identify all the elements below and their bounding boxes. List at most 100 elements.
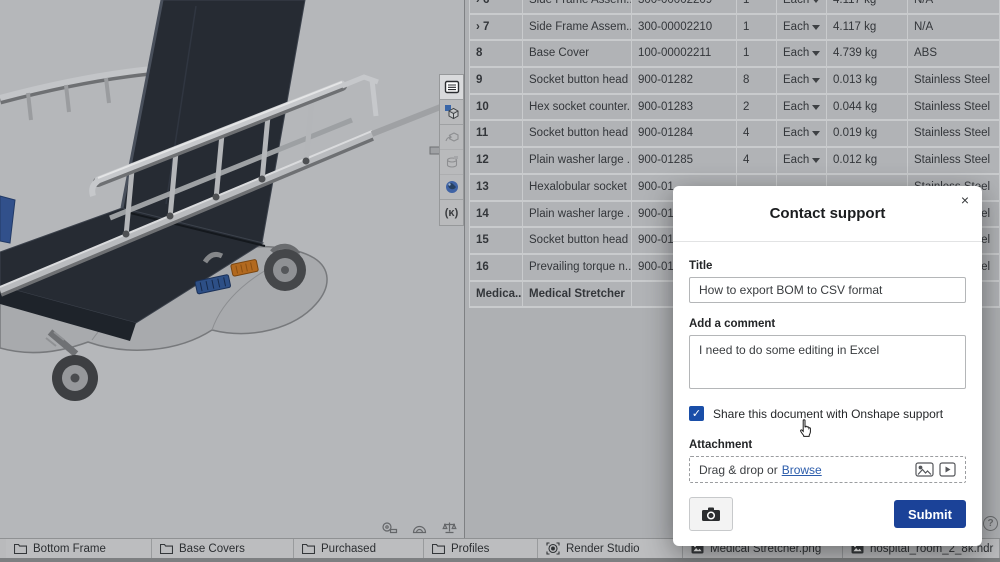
name-cell[interactable]: Side Frame Assem... bbox=[523, 0, 632, 15]
quantity-cell[interactable]: 1 bbox=[737, 41, 777, 68]
part-number-cell[interactable]: 900-01285 bbox=[632, 148, 737, 175]
globe-icon[interactable] bbox=[440, 175, 463, 200]
title-input[interactable] bbox=[689, 277, 966, 303]
part-number-cell[interactable]: 300-00002209 bbox=[632, 0, 737, 15]
tab-label: Purchased bbox=[321, 543, 376, 555]
item-cell[interactable]: 15 bbox=[469, 228, 523, 255]
bom-table-icon[interactable] bbox=[440, 75, 463, 100]
material-cell[interactable]: Stainless Steel bbox=[908, 148, 1000, 175]
tab-base-covers[interactable]: Base Covers bbox=[152, 539, 294, 558]
unit-cell[interactable]: Each bbox=[777, 0, 827, 15]
part-number-cell[interactable]: 300-00002210 bbox=[632, 15, 737, 42]
item-cell[interactable]: › 6 bbox=[469, 0, 523, 15]
material-cell[interactable]: Stainless Steel bbox=[908, 121, 1000, 148]
folder-icon bbox=[432, 543, 445, 554]
share-checkbox[interactable]: ✓ bbox=[689, 406, 704, 421]
mass-cell[interactable]: 4.117 kg bbox=[827, 0, 908, 15]
quantity-cell[interactable]: 1 bbox=[737, 15, 777, 42]
configuration-icon[interactable]: (κ) bbox=[440, 200, 463, 225]
mass-cell[interactable]: 0.044 kg bbox=[827, 95, 908, 122]
table-row[interactable]: 11Socket button head ...900-012844Each0.… bbox=[469, 121, 1000, 148]
item-cell[interactable]: 8 bbox=[469, 41, 523, 68]
material-cell[interactable]: N/A bbox=[908, 0, 1000, 15]
table-row[interactable]: 10Hex socket counter...900-012832Each0.0… bbox=[469, 95, 1000, 122]
name-cell[interactable]: Side Frame Assem... bbox=[523, 15, 632, 42]
browse-link[interactable]: Browse bbox=[782, 463, 822, 477]
protractor-icon[interactable] bbox=[411, 520, 428, 535]
name-cell[interactable]: Medical Stretcher bbox=[523, 282, 632, 309]
quantity-cell[interactable]: 8 bbox=[737, 68, 777, 95]
part-number-cell[interactable]: 900-01284 bbox=[632, 121, 737, 148]
camera-icon bbox=[701, 506, 721, 522]
unit-dropdown-caret bbox=[812, 105, 820, 110]
table-row[interactable]: 8Base Cover100-000022111Each4.739 kgABS bbox=[469, 41, 1000, 68]
unit-cell[interactable]: Each bbox=[777, 41, 827, 68]
cylinder-icon[interactable] bbox=[440, 150, 463, 175]
cube-arrow-icon[interactable] bbox=[440, 125, 463, 150]
name-cell[interactable]: Plain washer large ... bbox=[523, 202, 632, 229]
measure-icon[interactable] bbox=[381, 520, 398, 535]
item-cell[interactable]: › 7 bbox=[469, 15, 523, 42]
3d-viewport[interactable] bbox=[0, 0, 464, 538]
help-icon[interactable]: ? bbox=[983, 516, 998, 531]
part-number-cell[interactable]: 900-01282 bbox=[632, 68, 737, 95]
name-cell[interactable]: Hex socket counter... bbox=[523, 95, 632, 122]
screenshot-button[interactable] bbox=[689, 497, 733, 531]
tab-render-studio[interactable]: Render Studio bbox=[538, 539, 683, 558]
app-window: (κ) › 6Side Frame Assem...300-000022091E… bbox=[0, 0, 1000, 562]
name-cell[interactable]: Prevailing torque n... bbox=[523, 255, 632, 282]
quantity-cell[interactable]: 1 bbox=[737, 0, 777, 15]
tab-profiles[interactable]: Profiles bbox=[424, 539, 538, 558]
submit-button[interactable]: Submit bbox=[894, 500, 966, 528]
table-row[interactable]: 9Socket button head ...900-012828Each0.0… bbox=[469, 68, 1000, 95]
tab-label: Render Studio bbox=[566, 543, 640, 555]
material-cell[interactable]: N/A bbox=[908, 15, 1000, 42]
unit-cell[interactable]: Each bbox=[777, 148, 827, 175]
name-cell[interactable]: Plain washer large ... bbox=[523, 148, 632, 175]
quantity-cell[interactable]: 4 bbox=[737, 148, 777, 175]
name-cell[interactable]: Socket button head ... bbox=[523, 228, 632, 255]
material-cell[interactable]: ABS bbox=[908, 41, 1000, 68]
close-icon[interactable]: × bbox=[961, 193, 969, 207]
unit-cell[interactable]: Each bbox=[777, 121, 827, 148]
mass-properties-icon[interactable] bbox=[441, 520, 458, 535]
name-cell[interactable]: Hexalobular socket ... bbox=[523, 175, 632, 202]
folder-icon bbox=[14, 543, 27, 554]
material-cell[interactable]: Stainless Steel bbox=[908, 95, 1000, 122]
unit-cell[interactable]: Each bbox=[777, 95, 827, 122]
quantity-cell[interactable]: 4 bbox=[737, 121, 777, 148]
mass-cell[interactable]: 0.019 kg bbox=[827, 121, 908, 148]
tab-purchased[interactable]: Purchased bbox=[294, 539, 424, 558]
part-number-cell[interactable]: 900-01283 bbox=[632, 95, 737, 122]
name-cell[interactable]: Base Cover bbox=[523, 41, 632, 68]
unit-cell[interactable]: Each bbox=[777, 68, 827, 95]
item-cell[interactable]: 9 bbox=[469, 68, 523, 95]
name-cell[interactable]: Socket button head ... bbox=[523, 68, 632, 95]
cube-icon[interactable] bbox=[440, 100, 463, 125]
table-row[interactable]: › 7Side Frame Assem...300-000022101Each4… bbox=[469, 15, 1000, 42]
material-cell[interactable]: Stainless Steel bbox=[908, 68, 1000, 95]
part-number-cell[interactable]: 100-00002211 bbox=[632, 41, 737, 68]
item-cell[interactable]: 16 bbox=[469, 255, 523, 282]
item-cell[interactable]: 11 bbox=[469, 121, 523, 148]
quantity-cell[interactable]: 2 bbox=[737, 95, 777, 122]
item-cell[interactable]: 10 bbox=[469, 95, 523, 122]
tab-bottom-frame[interactable]: Bottom Frame bbox=[6, 539, 152, 558]
mass-cell[interactable]: 0.012 kg bbox=[827, 148, 908, 175]
comment-textarea[interactable]: I need to do some editing in Excel bbox=[689, 335, 966, 389]
item-cell[interactable]: 14 bbox=[469, 202, 523, 229]
mass-cell[interactable]: 0.013 kg bbox=[827, 68, 908, 95]
name-cell[interactable]: Socket button head ... bbox=[523, 121, 632, 148]
share-checkbox-row: ✓ Share this document with Onshape suppo… bbox=[689, 406, 966, 421]
table-row[interactable]: 12Plain washer large ...900-012854Each0.… bbox=[469, 148, 1000, 175]
table-row[interactable]: › 6Side Frame Assem...300-000022091Each4… bbox=[469, 0, 1000, 15]
mass-cell[interactable]: 4.739 kg bbox=[827, 41, 908, 68]
attachment-dropzone[interactable]: Drag & drop or Browse bbox=[689, 456, 966, 483]
item-cell[interactable]: 12 bbox=[469, 148, 523, 175]
tabbar-strip bbox=[0, 558, 1000, 562]
item-cell[interactable]: Medica... bbox=[469, 282, 523, 309]
item-cell[interactable]: 13 bbox=[469, 175, 523, 202]
mass-cell[interactable]: 4.117 kg bbox=[827, 15, 908, 42]
tab-label: Base Covers bbox=[179, 543, 245, 555]
unit-cell[interactable]: Each bbox=[777, 15, 827, 42]
